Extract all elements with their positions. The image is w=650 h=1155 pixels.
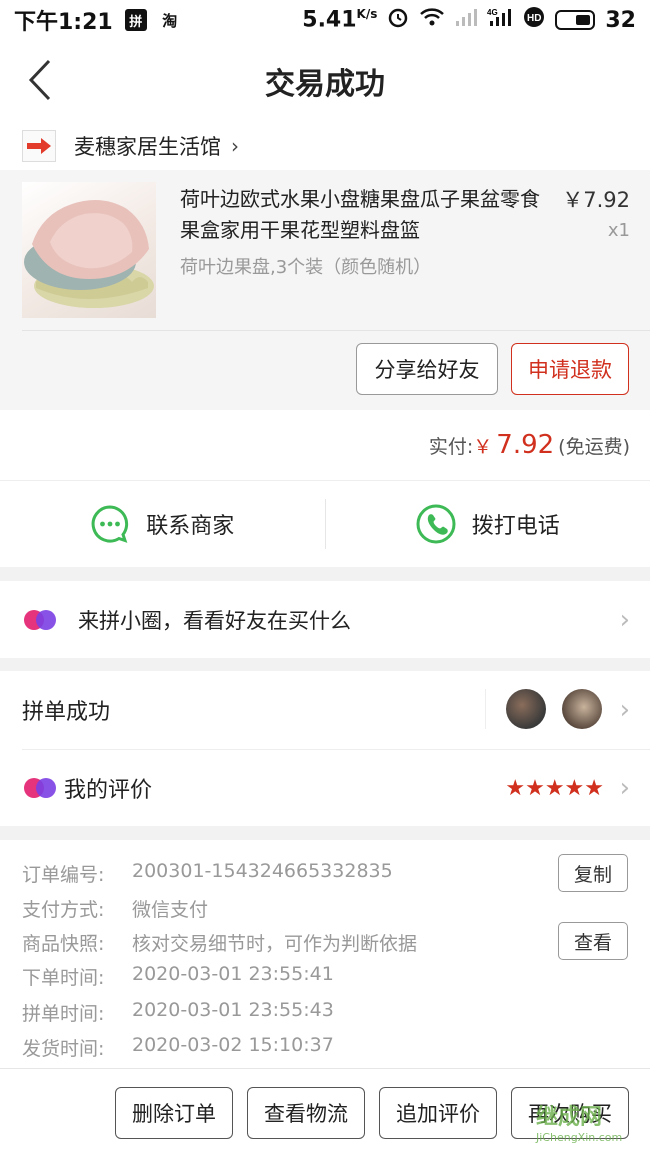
product-spec: 荷叶边果盘,3个装（颜色随机）	[180, 257, 432, 278]
order-number: 200301-154324665332835	[132, 860, 393, 882]
ship-time-row: 发货时间: 2020-03-02 15:10:37	[22, 1034, 334, 1061]
copy-button[interactable]: 复制	[558, 854, 628, 892]
battery-level: 32	[605, 7, 636, 33]
network-speed: 5.41K/s	[302, 7, 378, 33]
friend-circle-text: 来拼小圈，看看好友在买什么	[78, 608, 351, 633]
paid-currency: ￥	[473, 435, 493, 458]
friend-circle-row[interactable]: 来拼小圈，看看好友在买什么 ›	[0, 581, 650, 658]
product-image	[22, 182, 156, 318]
product-quantity: x1	[607, 220, 630, 241]
chevron-right-icon: ›	[619, 604, 630, 635]
signal-icon-sim1	[455, 7, 478, 33]
view-logistics-button[interactable]: 查看物流	[247, 1087, 365, 1139]
order-number-label: 订单编号:	[22, 864, 105, 886]
avatar	[506, 689, 546, 729]
shop-logo-icon	[22, 130, 56, 162]
payment-method: 微信支付	[132, 899, 209, 921]
pinduoduo-notification-icon: 拼	[124, 9, 147, 31]
avatar	[562, 689, 602, 729]
group-time-label: 拼单时间:	[22, 1003, 105, 1025]
status-right: 5.41K/s 4G HD 32	[302, 6, 636, 34]
shop-name: 麦穗家居生活馆	[74, 135, 221, 159]
signal-4g-icon: 4G	[487, 7, 513, 33]
product-title: 荷叶边欧式水果小盘糖果盘瓜子果盆零食果盒家用干果花型塑料盘篮	[180, 187, 540, 242]
request-refund-button[interactable]: 申请退款	[511, 343, 629, 395]
snapshot-label: 商品快照:	[22, 933, 105, 955]
shop-row[interactable]: 麦穗家居生活馆 ›	[0, 122, 650, 170]
status-time: 下午1:21	[14, 10, 113, 35]
hd-icon: HD	[523, 6, 545, 34]
ship-time: 2020-03-02 15:10:37	[132, 1034, 334, 1056]
payment-summary: 实付: ￥ 7.92 (免运费)	[0, 410, 650, 480]
ship-time-label: 发货时间:	[22, 1038, 105, 1060]
chevron-right-icon: ›	[231, 134, 239, 158]
delete-order-button[interactable]: 删除订单	[115, 1087, 233, 1139]
snapshot-text: 核对交易细节时，可作为判断依据	[132, 933, 418, 955]
call-phone-label: 拨打电话	[471, 514, 560, 539]
paid-label: 实付:	[428, 435, 474, 458]
paid-amount: 7.92	[496, 430, 555, 460]
view-snapshot-button[interactable]: 查看	[558, 922, 628, 960]
chevron-right-icon: ›	[619, 695, 630, 725]
pin-circle-icon	[24, 778, 56, 798]
order-time-label: 下单时间:	[22, 967, 105, 989]
group-review-block: 拼单成功 › 我的评价 ★★★★★ ›	[0, 671, 650, 826]
page-title: 交易成功	[265, 67, 385, 102]
battery-icon	[555, 10, 596, 30]
contact-bar: 联系商家 拨打电话	[0, 480, 650, 567]
svg-text:4G: 4G	[487, 8, 498, 17]
group-time: 2020-03-01 23:55:43	[132, 999, 334, 1021]
group-success-row[interactable]: 拼单成功 ›	[0, 671, 650, 749]
contact-merchant-button[interactable]: 联系商家	[0, 481, 325, 567]
order-time: 2020-03-01 23:55:41	[132, 963, 334, 985]
order-time-row: 下单时间: 2020-03-01 23:55:41	[22, 963, 334, 990]
shipping-note: (免运费)	[558, 435, 630, 458]
page-header: 交易成功	[0, 40, 650, 122]
bottom-action-bar: 删除订单 查看物流 追加评价 再次购买 继成网 JiChengXin.com	[0, 1068, 650, 1155]
my-review-label: 我的评价	[64, 778, 153, 803]
share-to-friend-button[interactable]: 分享给好友	[356, 343, 498, 395]
order-info: 订单编号: 200301-154324665332835 复制 支付方式: 微信…	[0, 840, 650, 1068]
status-bar: 下午1:21 拼 淘 5.41K/s 4G HD 32	[0, 0, 650, 40]
group-members	[485, 689, 602, 729]
call-phone-button[interactable]: 拨打电话	[326, 481, 650, 567]
chat-icon	[91, 505, 129, 543]
wifi-icon	[419, 7, 445, 33]
order-number-row: 订单编号: 200301-154324665332835	[22, 860, 393, 887]
payment-method-row: 支付方式: 微信支付	[22, 895, 208, 922]
product-card[interactable]: 荷叶边欧式水果小盘糖果盘瓜子果盆零食果盒家用干果花型塑料盘篮 荷叶边果盘,3个装…	[0, 170, 650, 410]
divider	[22, 330, 650, 331]
snapshot-row: 商品快照: 核对交易细节时，可作为判断依据	[22, 929, 417, 956]
chevron-right-icon: ›	[619, 773, 630, 803]
alarm-icon	[387, 6, 409, 34]
my-review-row[interactable]: 我的评价 ★★★★★ ›	[0, 750, 650, 826]
contact-merchant-label: 联系商家	[146, 514, 235, 539]
site-watermark: 继成网 JiChengXin.com	[536, 1105, 623, 1144]
pin-circle-icon	[24, 609, 56, 630]
add-review-button[interactable]: 追加评价	[379, 1087, 497, 1139]
product-price: ￥7.92	[562, 188, 630, 212]
phone-icon	[416, 504, 456, 544]
taobao-notification-icon: 淘	[162, 11, 178, 30]
rating-stars: ★★★★★	[505, 775, 604, 801]
back-button[interactable]	[18, 58, 62, 102]
svg-text:HD: HD	[527, 13, 541, 24]
group-success-label: 拼单成功	[22, 700, 111, 725]
chevron-left-icon	[28, 59, 51, 101]
payment-method-label: 支付方式:	[22, 899, 105, 921]
group-time-row: 拼单时间: 2020-03-01 23:55:43	[22, 999, 334, 1026]
